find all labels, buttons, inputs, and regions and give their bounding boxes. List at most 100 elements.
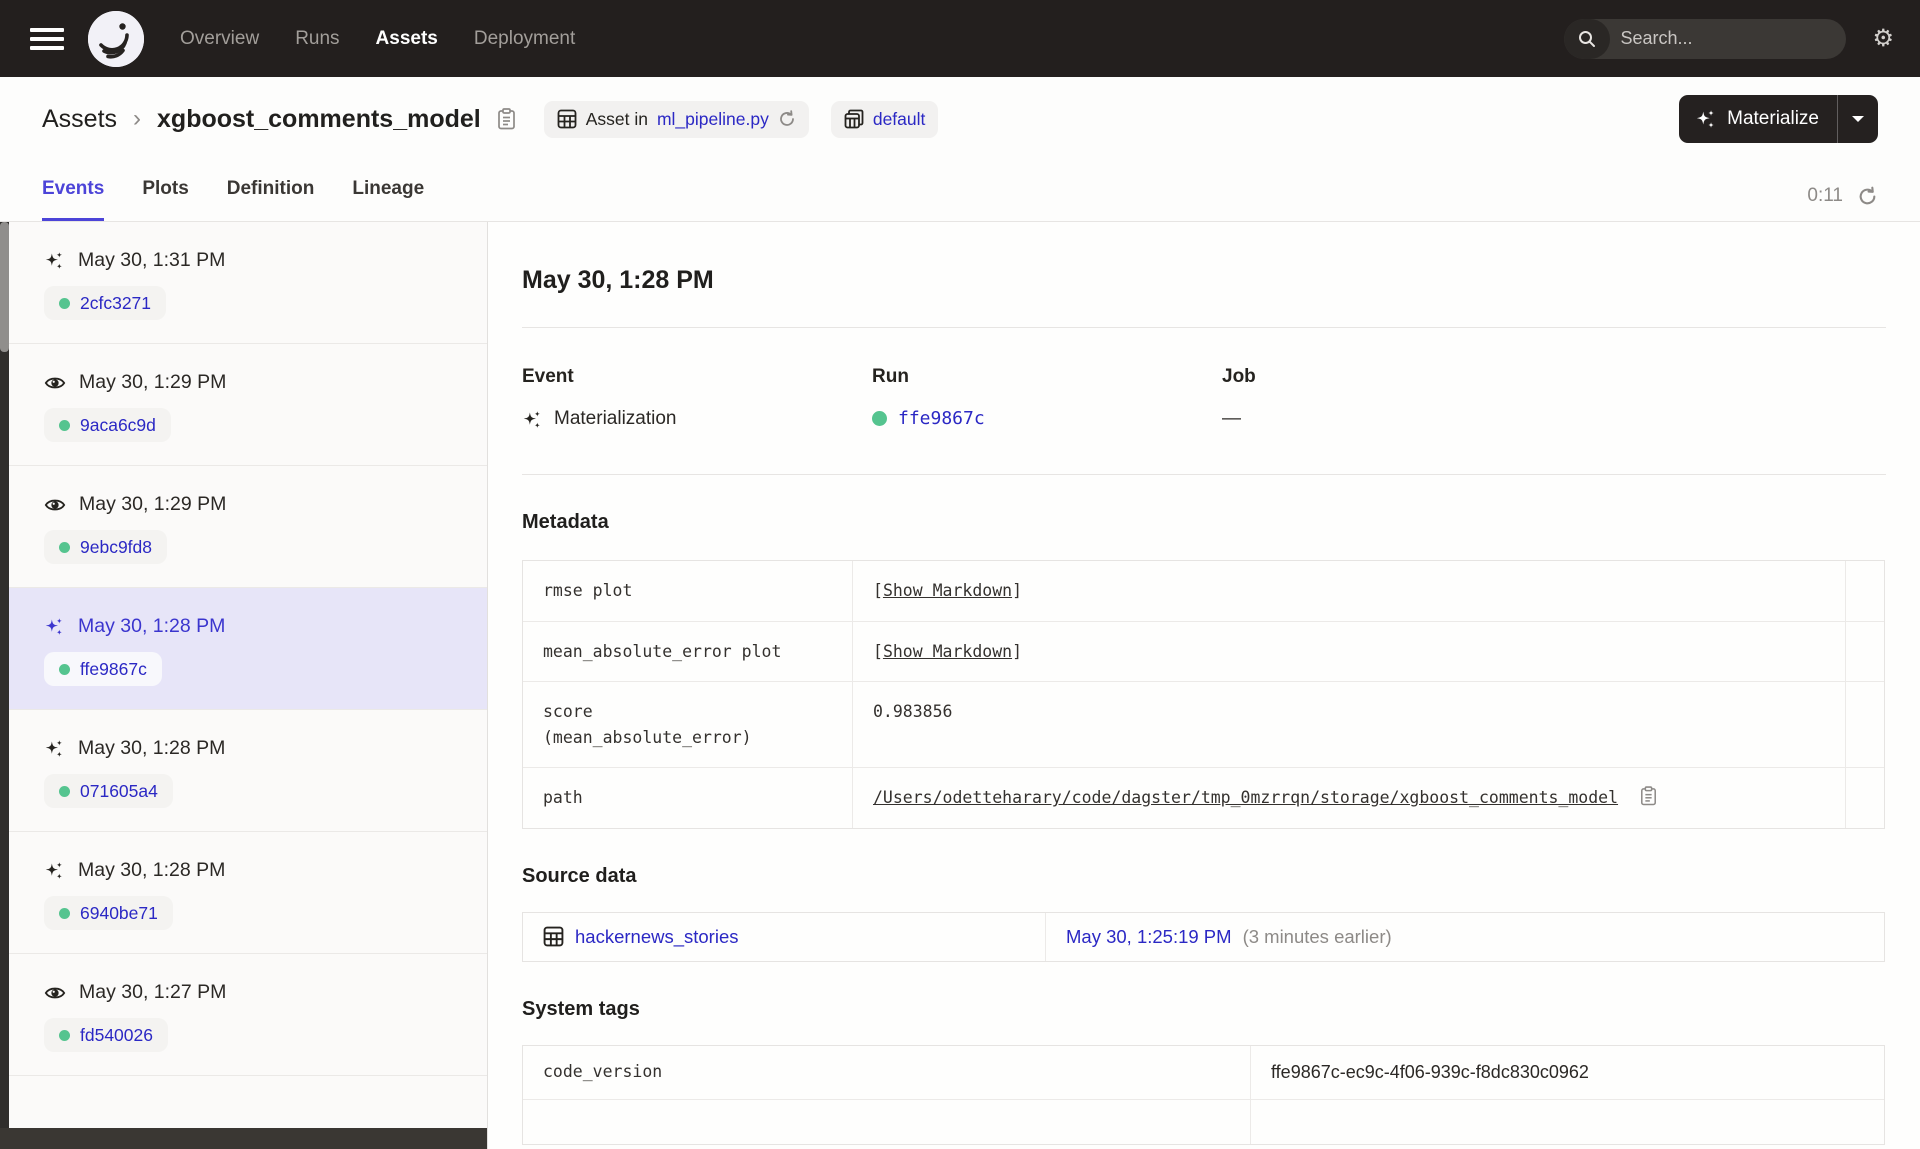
run-id-pill: 9aca6c9d [44, 408, 171, 442]
metadata-row: mean_absolute_error plot [Show Markdown] [523, 621, 1884, 683]
run-status-dot [872, 411, 887, 426]
materialization-sparkle-icon [44, 250, 65, 271]
event-summary: Event Materialization Run ffe9867c Job — [522, 366, 1886, 430]
dagster-logo[interactable] [88, 10, 144, 67]
event-detail-title: May 30, 1:28 PM [522, 266, 714, 294]
dagster-app: Overview Runs Assets Deployment / ⚙ Asse… [0, 0, 1920, 1149]
show-markdown-link[interactable]: Show Markdown [883, 581, 1012, 600]
observation-eye-icon [44, 494, 66, 516]
source-asset-link[interactable]: hackernews_stories [575, 926, 739, 948]
asset-page-header: Assets › xgboost_comments_model Asset in… [0, 77, 1920, 161]
job-label: Job [1222, 366, 1256, 387]
metadata-value: /Users/odetteharary/code/dagster/tmp_0mz… [853, 768, 1845, 828]
event-list-item[interactable]: May 30, 1:31 PM 2cfc3271 [0, 222, 487, 344]
run-id-link[interactable]: ffe9867c [80, 659, 147, 680]
source-timestamp-cell: May 30, 1:25:19 PM (3 minutes earlier) [1046, 913, 1884, 961]
system-tag-value [1251, 1100, 1884, 1144]
system-tag-key: code_version [523, 1045, 1251, 1099]
run-id-link[interactable]: 071605a4 [80, 781, 158, 802]
row-actions-cell [1845, 561, 1886, 621]
breadcrumb-assets-link[interactable]: Assets [42, 105, 117, 134]
event-list-item[interactable]: May 30, 1:29 PM 9ebc9fd8 [0, 466, 487, 588]
run-status-dot [59, 663, 70, 675]
system-tags-heading: System tags [522, 997, 640, 1020]
event-detail-panel: May 30, 1:28 PM Event Materialization Ru… [488, 222, 1920, 1149]
hamburger-menu-icon[interactable] [30, 27, 64, 50]
observation-eye-icon [44, 982, 66, 1004]
event-time: May 30, 1:31 PM [78, 249, 226, 271]
sidebar-scrollbar-thumb[interactable] [0, 222, 9, 352]
tab-lineage[interactable]: Lineage [352, 178, 424, 221]
metadata-key: mean_absolute_error plot [523, 621, 853, 682]
search-input[interactable] [1610, 28, 1847, 49]
source-data-table: hackernews_stories May 30, 1:25:19 PM (3… [522, 911, 1885, 962]
nav-item-deployment[interactable]: Deployment [474, 28, 575, 50]
source-timestamp-link[interactable]: May 30, 1:25:19 PM [1066, 926, 1232, 948]
materialize-dropdown-caret[interactable] [1838, 95, 1878, 143]
tab-plots[interactable]: Plots [142, 178, 188, 221]
sparkle-icon [1696, 110, 1714, 128]
event-label: Event [522, 366, 574, 387]
nav-item-overview[interactable]: Overview [180, 28, 259, 50]
observation-eye-icon [44, 372, 66, 394]
materialize-button[interactable]: Materialize [1679, 108, 1837, 130]
copy-path-icon[interactable] [1640, 786, 1657, 806]
event-time: May 30, 1:28 PM [78, 615, 226, 637]
source-asset-cell: hackernews_stories [523, 912, 1046, 961]
run-status-dot [59, 907, 70, 919]
materialization-sparkle-icon [44, 616, 65, 637]
run-id-pill: 071605a4 [44, 774, 173, 808]
run-id-link[interactable]: 9ebc9fd8 [80, 537, 152, 558]
pipeline-file-link[interactable]: ml_pipeline.py [657, 109, 769, 130]
metadata-value: 0.983856 [873, 702, 953, 722]
gear-icon[interactable]: ⚙ [1872, 26, 1894, 51]
materialization-sparkle-icon [522, 409, 543, 430]
event-list-item[interactable]: May 30, 1:29 PM 9aca6c9d [0, 344, 487, 466]
metadata-table: rmse plot [Show Markdown] mean_absolute_… [522, 560, 1885, 829]
repository-link[interactable]: default [873, 109, 926, 130]
source-data-heading: Source data [522, 864, 637, 887]
sidebar-scrollbar-track [0, 222, 9, 1149]
refresh-icon[interactable] [1857, 186, 1878, 207]
show-markdown-link[interactable]: Show Markdown [883, 642, 1012, 661]
system-tags-table: code_version ffe9867c-ec9c-4f06-939c-f8d… [522, 1044, 1885, 1145]
event-list-sidebar: May 30, 1:31 PM 2cfc3271 May 30, 1:29 PM… [0, 222, 488, 1149]
search-icon [1564, 18, 1611, 59]
run-id-link[interactable]: fd540026 [80, 1025, 153, 1046]
repo-grid-icon [844, 109, 864, 129]
nav-item-runs[interactable]: Runs [295, 28, 339, 50]
job-value-empty: — [1222, 408, 1241, 429]
event-time: May 30, 1:29 PM [79, 493, 227, 515]
system-tag-value: ffe9867c-ec9c-4f06-939c-f8dc830c0962 [1271, 1061, 1589, 1082]
copy-asset-name-icon[interactable] [497, 108, 516, 130]
bracket: [ [873, 581, 883, 600]
top-navigation-bar: Overview Runs Assets Deployment / ⚙ [0, 0, 1920, 77]
path-link[interactable]: /Users/odetteharary/code/dagster/tmp_0mz… [873, 788, 1618, 807]
event-list-item-selected[interactable]: May 30, 1:28 PM ffe9867c [0, 588, 487, 710]
run-id-link[interactable]: 6940be71 [80, 903, 158, 924]
run-id-link[interactable]: ffe9867c [898, 408, 985, 429]
run-id-pill: 2cfc3271 [44, 286, 167, 320]
event-list-item[interactable]: May 30, 1:28 PM 6940be71 [0, 832, 487, 954]
page-title: xgboost_comments_model [157, 104, 481, 133]
run-id-link[interactable]: 9aca6c9d [80, 415, 156, 436]
tab-events[interactable]: Events [42, 178, 105, 221]
bracket: ] [1012, 581, 1023, 600]
run-status-dot [59, 297, 70, 309]
nav-item-assets[interactable]: Assets [376, 28, 438, 50]
refresh-countdown: 0:11 [1807, 185, 1843, 206]
bracket: [ [873, 641, 883, 661]
event-list-item[interactable]: May 30, 1:28 PM 071605a4 [0, 710, 487, 832]
reload-definitions-icon[interactable] [778, 110, 796, 128]
materialization-sparkle-icon [44, 860, 65, 881]
system-tag-row [523, 1099, 1884, 1144]
tab-definition[interactable]: Definition [227, 178, 315, 221]
metadata-heading: Metadata [522, 511, 609, 533]
run-status-dot [59, 785, 70, 797]
event-list-item[interactable]: May 30, 1:27 PM fd540026 [0, 954, 487, 1076]
table-grid-icon [543, 926, 564, 947]
caret-down-icon [1852, 116, 1864, 122]
asset-location-prefix: Asset in [585, 108, 648, 129]
run-id-link[interactable]: 2cfc3271 [80, 293, 151, 314]
materialize-split-button: Materialize [1679, 95, 1878, 143]
